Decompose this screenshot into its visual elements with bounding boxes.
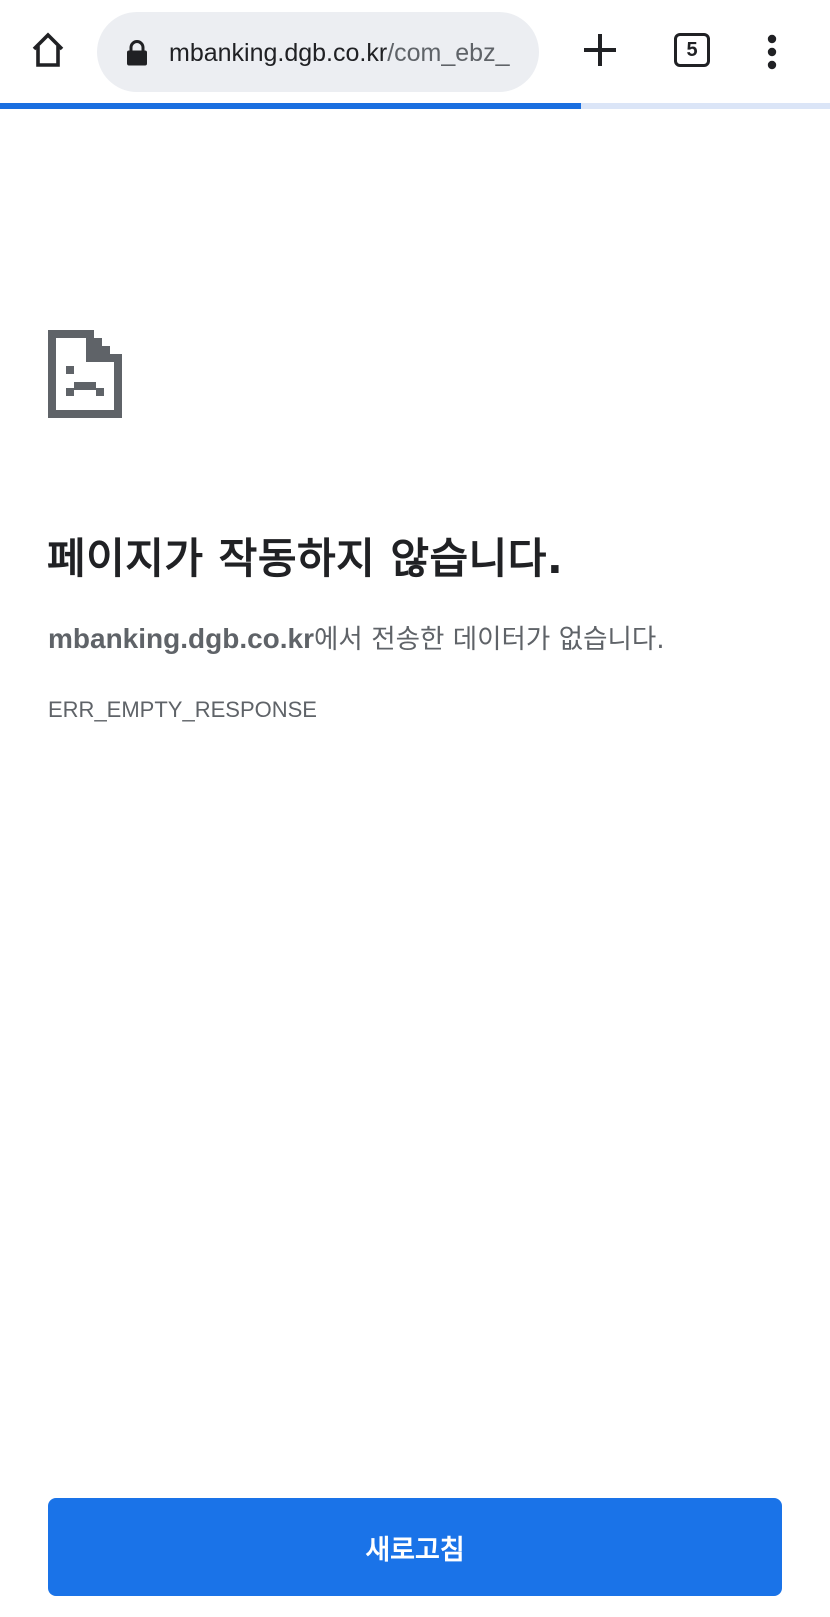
load-progress-fill [0, 103, 581, 109]
new-tab-button[interactable] [574, 22, 626, 78]
more-vert-icon [767, 34, 777, 70]
error-code: ERR_EMPTY_RESPONSE [48, 697, 317, 722]
home-icon [32, 32, 64, 67]
tab-count: 5 [686, 38, 698, 61]
address-bar[interactable]: mbanking.dgb.co.kr/com_ebz_ [97, 12, 539, 92]
url-host: mbanking.dgb.co.kr [169, 39, 388, 67]
menu-button[interactable] [752, 28, 792, 76]
plus-icon [584, 34, 616, 66]
error-message-suffix: 에서 전송한 데이터가 없습니다. [314, 624, 665, 655]
error-description: mbanking.dgb.co.kr에서 전송한 데이터가 없습니다. [48, 617, 808, 656]
load-progress-bar [0, 103, 830, 109]
url-text[interactable]: mbanking.dgb.co.kr/com_ebz_ [169, 36, 527, 70]
home-button[interactable] [22, 24, 74, 76]
error-host: mbanking.dgb.co.kr [48, 623, 315, 654]
reload-button[interactable]: 새로고침 [48, 1498, 782, 1596]
error-title: 페이지가 작동하지 않습니다. [47, 534, 564, 583]
lock-icon [127, 40, 147, 66]
tab-switcher-button[interactable]: 5 [674, 33, 710, 67]
sad-document-icon [48, 330, 122, 418]
browser-toolbar: mbanking.dgb.co.kr/com_ebz_ 5 [0, 0, 830, 104]
url-path: /com_ebz_ [387, 39, 510, 67]
